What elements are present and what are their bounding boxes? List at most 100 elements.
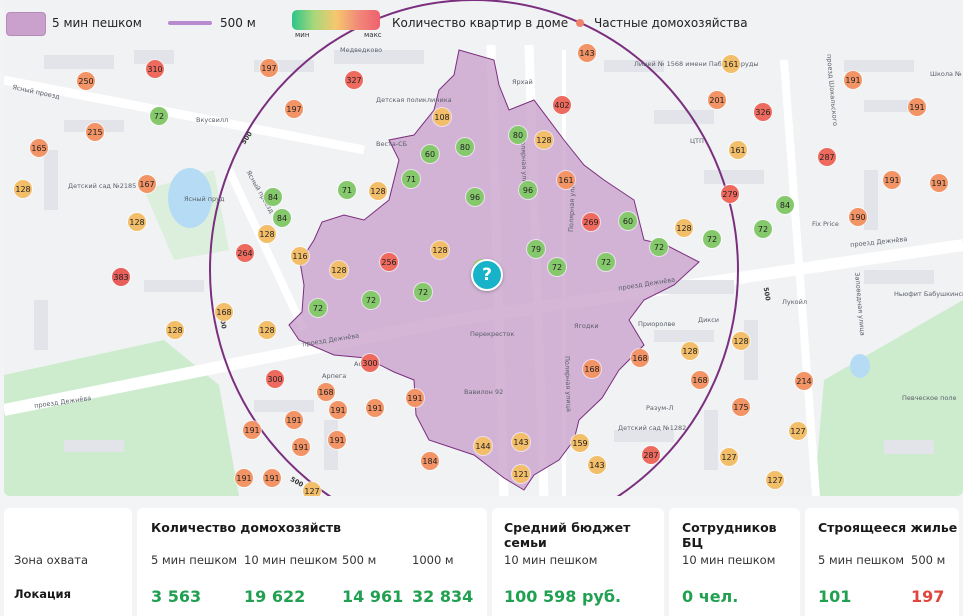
building-marker[interactable]: 191 xyxy=(328,431,346,449)
building-marker[interactable]: 72 xyxy=(150,107,168,125)
building-marker[interactable]: 116 xyxy=(291,247,309,265)
building-marker[interactable]: 326 xyxy=(754,103,772,121)
building-marker[interactable]: 191 xyxy=(930,174,948,192)
building-marker[interactable]: 60 xyxy=(421,145,439,163)
building-marker[interactable]: 191 xyxy=(366,399,384,417)
building-marker[interactable]: 128 xyxy=(14,180,32,198)
building-marker[interactable]: 190 xyxy=(849,208,867,226)
building-marker[interactable]: 72 xyxy=(597,253,615,271)
building-marker[interactable]: 168 xyxy=(215,303,233,321)
building-marker[interactable]: 383 xyxy=(112,268,130,286)
building-marker[interactable]: 72 xyxy=(650,238,668,256)
building-marker[interactable]: 279 xyxy=(721,185,739,203)
building-marker[interactable]: 84 xyxy=(264,188,282,206)
building-marker[interactable]: 71 xyxy=(402,170,420,188)
building-marker[interactable]: 168 xyxy=(691,371,709,389)
building-marker[interactable]: 96 xyxy=(466,188,484,206)
building-marker[interactable]: 127 xyxy=(766,471,784,489)
location-row-label: Локация xyxy=(14,587,71,601)
building-marker[interactable]: 60 xyxy=(619,212,637,230)
building-marker[interactable]: 161 xyxy=(557,171,575,189)
building-marker[interactable]: 84 xyxy=(273,209,291,227)
construction-5min-value: 101 xyxy=(818,587,852,606)
building-marker[interactable]: 84 xyxy=(776,196,794,214)
building-marker[interactable]: 128 xyxy=(681,342,699,360)
building-marker[interactable]: 72 xyxy=(309,299,327,317)
building-marker[interactable]: 72 xyxy=(362,291,380,309)
building-marker[interactable]: 161 xyxy=(729,141,747,159)
building-marker[interactable]: 143 xyxy=(578,44,596,62)
building-marker[interactable]: 201 xyxy=(708,91,726,109)
building-marker[interactable]: 191 xyxy=(235,469,253,487)
building-marker[interactable]: 256 xyxy=(380,253,398,271)
building-marker[interactable]: 143 xyxy=(588,456,606,474)
building-marker[interactable]: 79 xyxy=(527,240,545,258)
building-marker[interactable]: 128 xyxy=(166,321,184,339)
building-marker[interactable]: 197 xyxy=(260,59,278,77)
building-marker[interactable]: 72 xyxy=(754,220,772,238)
building-marker[interactable]: 269 xyxy=(582,213,600,231)
building-marker[interactable]: 128 xyxy=(128,213,146,231)
building-marker[interactable]: 144 xyxy=(474,437,492,455)
building-marker[interactable]: 175 xyxy=(732,398,750,416)
building-marker[interactable]: 287 xyxy=(818,148,836,166)
building-marker[interactable]: 168 xyxy=(583,360,601,378)
building-marker[interactable]: 327 xyxy=(345,71,363,89)
building-marker[interactable]: 72 xyxy=(548,258,566,276)
building-marker[interactable]: 127 xyxy=(789,422,807,440)
building-marker[interactable]: 143 xyxy=(512,433,530,451)
building-marker[interactable]: 168 xyxy=(317,383,335,401)
building-marker[interactable]: 127 xyxy=(720,448,738,466)
building-marker[interactable]: 71 xyxy=(338,181,356,199)
building-marker[interactable]: 191 xyxy=(883,171,901,189)
building-marker[interactable]: 161 xyxy=(722,55,740,73)
building-marker[interactable]: 300 xyxy=(266,370,284,388)
building-marker[interactable]: 80 xyxy=(456,138,474,156)
households-10min-value: 19 622 xyxy=(244,587,306,606)
building-marker[interactable]: 128 xyxy=(431,241,449,259)
building-marker[interactable]: 191 xyxy=(908,98,926,116)
building-marker[interactable]: 128 xyxy=(258,321,276,339)
building-marker[interactable]: 72 xyxy=(703,230,721,248)
building-marker[interactable]: 168 xyxy=(631,349,649,367)
building-marker[interactable]: 159 xyxy=(571,434,589,452)
building-marker[interactable]: 214 xyxy=(795,372,813,390)
building-marker[interactable]: 80 xyxy=(509,126,527,144)
building-marker[interactable]: 72 xyxy=(414,283,432,301)
construction-500m-label: 500 м xyxy=(911,553,946,567)
building-marker[interactable]: 402 xyxy=(553,96,571,114)
building-marker[interactable]: 191 xyxy=(292,438,310,456)
radius-legend-label: 500 м xyxy=(220,16,256,30)
building-marker[interactable]: 128 xyxy=(732,332,750,350)
map-view[interactable]: 5 мин пешком 500 м мин макс Количество к… xyxy=(4,0,963,496)
building-marker[interactable]: 191 xyxy=(329,401,347,419)
building-marker[interactable]: 184 xyxy=(421,452,439,470)
building-marker[interactable]: 250 xyxy=(77,72,95,90)
building-marker[interactable]: 191 xyxy=(406,389,424,407)
building-marker[interactable]: 128 xyxy=(535,131,553,149)
building-marker[interactable]: 215 xyxy=(86,123,104,141)
building-marker[interactable]: 197 xyxy=(285,100,303,118)
building-marker[interactable]: 191 xyxy=(243,421,261,439)
building-marker[interactable]: 121 xyxy=(512,465,530,483)
building-marker[interactable]: 128 xyxy=(369,182,387,200)
building-marker[interactable]: 108 xyxy=(433,108,451,126)
building-marker[interactable]: 96 xyxy=(519,181,537,199)
building-marker[interactable]: 310 xyxy=(146,60,164,78)
question-icon[interactable]: ? xyxy=(471,259,503,291)
office-title: Сотрудников БЦ xyxy=(682,520,777,550)
building-marker[interactable]: 191 xyxy=(285,411,303,429)
building-marker[interactable]: 167 xyxy=(138,175,156,193)
building-marker[interactable]: 165 xyxy=(30,139,48,157)
building-marker[interactable]: 128 xyxy=(258,225,276,243)
budget-label: 10 мин пешком xyxy=(504,553,598,567)
map-legend: 5 мин пешком 500 м мин макс Количество к… xyxy=(4,0,963,46)
building-marker[interactable]: 128 xyxy=(675,219,693,237)
building-marker[interactable]: 128 xyxy=(330,261,348,279)
building-marker[interactable]: 300 xyxy=(361,354,379,372)
building-marker[interactable]: 127 xyxy=(303,482,321,496)
building-marker[interactable]: 191 xyxy=(844,71,862,89)
building-marker[interactable]: 287 xyxy=(642,446,660,464)
building-marker[interactable]: 191 xyxy=(263,469,281,487)
building-marker[interactable]: 264 xyxy=(236,244,254,262)
